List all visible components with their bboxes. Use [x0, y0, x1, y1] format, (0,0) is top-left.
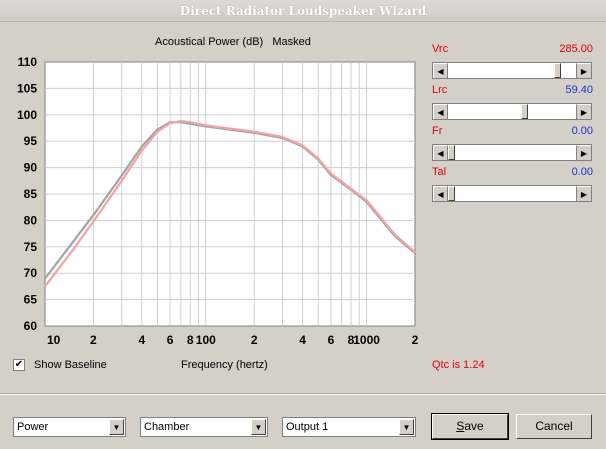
- arrow-left-icon[interactable]: ◀: [433, 63, 448, 78]
- param-value-vrc: 285.00: [559, 43, 593, 55]
- y-tick-label: 60: [24, 319, 38, 333]
- arrow-right-icon[interactable]: ▶: [576, 104, 591, 119]
- y-tick-label: 80: [24, 213, 38, 227]
- slider-vrc[interactable]: ◀ ▶: [432, 62, 592, 79]
- wizard-window: Direct Radiator Loudspeaker Wizard Acous…: [0, 0, 606, 449]
- param-value-tal: 0.00: [571, 166, 593, 178]
- output-select[interactable]: Output 1 ▼: [282, 417, 416, 437]
- y-tick-label: 70: [24, 266, 38, 280]
- separator: [0, 393, 606, 395]
- slider-thumb[interactable]: [448, 145, 455, 160]
- quantity-select[interactable]: Power ▼: [13, 417, 126, 437]
- checkbox-box[interactable]: ✔: [13, 359, 25, 371]
- arrow-left-icon[interactable]: ◀: [433, 104, 448, 119]
- param-label-lrc: Lrc: [432, 84, 448, 96]
- y-tick-label: 95: [24, 134, 38, 148]
- y-tick-label: 110: [18, 55, 38, 69]
- arrow-left-icon[interactable]: ◀: [433, 145, 448, 160]
- x-tick-label: 2: [90, 333, 97, 347]
- x-axis-labels: 10 2 4 6 8 100 2 4 6 81000 2: [47, 333, 419, 347]
- param-label-fr: Fr: [432, 125, 443, 137]
- x-tick-label: 6: [167, 333, 174, 347]
- x-tick-label: 10: [47, 333, 61, 347]
- response-chart: 6065707580859095100105110 10 2 4 6 8 100 2 4 6 81…: [17, 55, 419, 347]
- x-tick-label: 4: [299, 333, 306, 347]
- param-label-vrc: Vrc: [432, 43, 449, 55]
- show-baseline-label: Show Baseline: [34, 359, 107, 371]
- slider-tal[interactable]: ◀ ▶: [432, 185, 592, 202]
- y-tick-label: 100: [17, 108, 37, 122]
- x-tick-label: 6: [328, 333, 335, 347]
- y-tick-label: 75: [24, 240, 38, 254]
- param-value-fr: 0.00: [571, 125, 593, 137]
- y-tick-label: 65: [24, 293, 38, 307]
- chart-mode: Masked: [272, 36, 311, 48]
- x-tick-label: 2: [412, 333, 419, 347]
- arrow-right-icon[interactable]: ▶: [576, 145, 591, 160]
- chart-title: Acoustical Power (dB) Masked: [155, 36, 311, 48]
- chevron-down-icon[interactable]: ▼: [109, 419, 124, 435]
- save-button-label: Save: [456, 419, 484, 433]
- title-bar[interactable]: Direct Radiator Loudspeaker Wizard: [0, 0, 606, 22]
- x-tick-label: 4: [138, 333, 145, 347]
- save-button[interactable]: Save: [431, 413, 509, 440]
- arrow-left-icon[interactable]: ◀: [433, 186, 448, 201]
- slider-fr[interactable]: ◀ ▶: [432, 144, 592, 161]
- slider-thumb[interactable]: [448, 186, 455, 201]
- x-tick-label: 2: [251, 333, 258, 347]
- slider-thumb[interactable]: [520, 104, 528, 119]
- x-tick-label: 100: [196, 333, 216, 347]
- x-axis-title: Frequency (hertz): [181, 359, 268, 371]
- x-tick-label: 1000: [353, 333, 380, 347]
- arrow-right-icon[interactable]: ▶: [576, 186, 591, 201]
- x-tick-label: 8: [187, 333, 194, 347]
- slider-lrc[interactable]: ◀ ▶: [432, 103, 592, 120]
- chart-title-text: Acoustical Power (dB): [155, 36, 264, 48]
- enclosure-select-value: Chamber: [144, 421, 190, 433]
- chevron-down-icon[interactable]: ▼: [251, 419, 266, 435]
- output-select-value: Output 1: [286, 421, 329, 433]
- enclosure-select[interactable]: Chamber ▼: [140, 417, 268, 437]
- y-axis-labels: 60 65 70 75 80 85 90 95 100 105 110: [17, 55, 37, 333]
- param-label-tal: Tal: [432, 166, 447, 178]
- chevron-down-icon[interactable]: ▼: [399, 419, 414, 435]
- quantity-select-value: Power: [17, 421, 49, 433]
- slider-thumb[interactable]: [554, 63, 562, 78]
- arrow-right-icon[interactable]: ▶: [576, 63, 591, 78]
- y-tick-label: 105: [17, 81, 37, 95]
- y-tick-label: 90: [24, 161, 38, 175]
- cancel-button[interactable]: Cancel: [516, 414, 592, 439]
- y-tick-label: 85: [24, 187, 38, 201]
- show-baseline-checkbox[interactable]: ✔ Show Baseline: [13, 359, 107, 371]
- qtc-readout: Qtc is 1.24: [432, 359, 485, 371]
- window-title: Direct Radiator Loudspeaker Wizard: [179, 4, 427, 18]
- param-value-lrc: 59.40: [565, 84, 593, 96]
